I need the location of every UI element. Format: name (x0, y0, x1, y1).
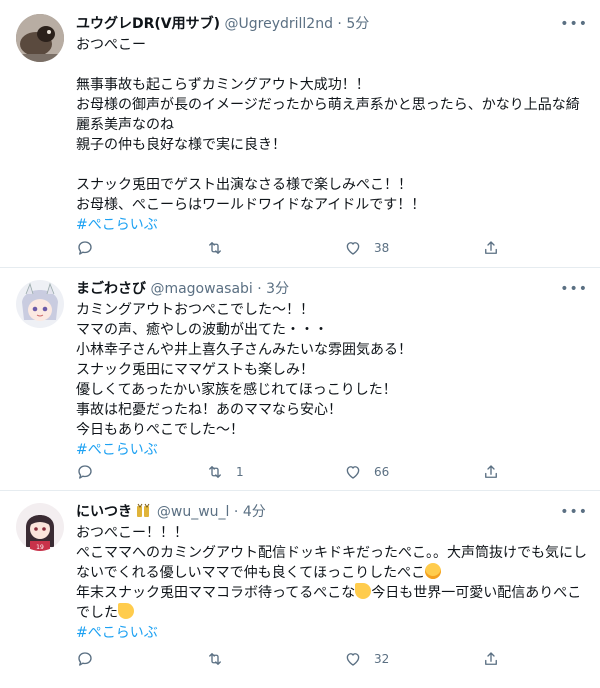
verified-badge-icon (137, 503, 150, 517)
party-emoji-icon (355, 583, 372, 599)
like-button[interactable]: 38 (344, 238, 389, 258)
like-button[interactable]: 32 (344, 649, 389, 669)
retweet-icon (209, 242, 221, 254)
share-button[interactable] (482, 462, 500, 482)
avatar[interactable] (16, 280, 64, 328)
hashtag-link[interactable]: #ぺこらいぶ (76, 215, 588, 235)
tweet-line-wrap: ぺこママへのカミングアウト配信ドッキドキだったぺこ。。大声筒抜けでも気にしないで… (76, 543, 588, 583)
tweet-line: ぺこママへのカミングアウト配信ドッキドキだったぺこ。。大声筒抜けでも気にしないで… (76, 545, 587, 581)
tweet-actions: 32 (76, 649, 506, 669)
reply-button[interactable] (76, 649, 106, 669)
share-icon (485, 465, 497, 478)
separator-dot: · (337, 16, 342, 32)
avatar-image: 19 (16, 503, 64, 551)
reply-icon (78, 241, 92, 255)
retweet-count: 1 (236, 465, 244, 479)
share-button[interactable] (482, 649, 500, 669)
tweet-line: 今日もありぺこでした〜！ (76, 422, 244, 438)
tweet-text: カミングアウトおつぺこでした〜！！ ママの声、癒やしの波動が出てた・・・ 小林幸… (76, 300, 588, 460)
display-name[interactable]: ユウグレDR(V用サブ) (76, 16, 220, 32)
like-count: 32 (374, 652, 390, 666)
tweet-line: おつぺこー！！！ (76, 525, 188, 541)
tweet[interactable]: 19 にいつき @wu_wu_l · 4分 ••• おつぺこー！！！ ぺこママへ… (0, 491, 600, 688)
tweet[interactable]: まごわさび @magowasabi · 3分 ••• カミングアウトおつぺこでし… (0, 268, 600, 491)
timestamp[interactable]: 3分 (266, 281, 289, 297)
retweet-icon (209, 653, 221, 665)
share-icon (485, 241, 497, 254)
tweet-header: にいつき @wu_wu_l · 4分 ••• (76, 502, 588, 522)
more-icon[interactable]: ••• (560, 279, 588, 299)
separator-dot: · (233, 504, 239, 520)
reply-button[interactable] (76, 238, 106, 258)
user-handle[interactable]: @Ugreydrill2nd (225, 16, 333, 32)
tweet-line: 事故は杞憂だったね！あのママなら安心！ (76, 402, 342, 418)
avatar[interactable] (16, 14, 64, 62)
more-icon[interactable]: ••• (560, 14, 588, 34)
like-count: 38 (374, 241, 390, 255)
tweet-line: 年末スナック兎田ママコラボ待ってるぺこな (76, 585, 356, 601)
tweet-line (76, 55, 588, 75)
timestamp[interactable]: 5分 (346, 16, 369, 32)
share-button[interactable] (482, 238, 500, 258)
like-icon (346, 466, 360, 479)
svg-text:19: 19 (36, 544, 44, 551)
tweet-line: カミングアウトおつぺこでした〜！！ (76, 302, 314, 318)
tweet-line: スナック兎田にママゲストも楽しみ！ (76, 362, 314, 378)
display-name[interactable]: まごわさび (76, 281, 146, 297)
user-handle[interactable]: @magowasabi (150, 281, 252, 297)
share-icon (485, 652, 497, 665)
tweet-header: まごわさび @magowasabi · 3分 ••• (76, 279, 588, 299)
avatar-image (16, 280, 64, 328)
tweet-line: 優しくてあったかい家族を感じれてほっこりした！ (76, 382, 397, 398)
tweet-line-wrap: 年末スナック兎田ママコラボ待ってるぺこな 今日も世界一可愛い配信ありぺこでした (76, 583, 588, 623)
retweet-button[interactable] (206, 649, 236, 669)
reply-icon (78, 652, 92, 666)
like-icon (346, 653, 360, 666)
tweet-line: お母様、ぺこーらはワールドワイドなアイドルです！！ (76, 197, 426, 213)
tweet-actions: 1 66 (76, 462, 506, 482)
tweet-line: 小林幸子さんや井上喜久子さんみたいな雰囲気ある！ (76, 342, 412, 358)
tweet-header: ユウグレDR(V用サブ) @Ugreydrill2nd · 5分 ••• (76, 14, 588, 34)
tweet[interactable]: ユウグレDR(V用サブ) @Ugreydrill2nd · 5分 ••• おつぺ… (0, 0, 600, 268)
hashtag-link[interactable]: #ぺこらいぶ (76, 440, 588, 460)
retweet-button[interactable] (206, 238, 236, 258)
smiling-emoji-icon (425, 563, 442, 579)
like-button[interactable]: 66 (344, 462, 389, 482)
retweet-icon (209, 466, 221, 478)
tweet-line: お母様の御声が長のイメージだったから萌え声系かと思ったら、かなり上品な綺麗系美声… (76, 97, 580, 133)
timestamp[interactable]: 4分 (243, 504, 266, 520)
tweet-line: ママの声、癒やしの波動が出てた・・・ (76, 322, 328, 338)
like-count: 66 (374, 465, 390, 479)
tweet-text: おつぺこー！！！ ぺこママへのカミングアウト配信ドッキドキだったぺこ。。大声筒抜… (76, 523, 588, 643)
display-name[interactable]: にいつき (76, 504, 132, 520)
tweet-line: 無事事故も起こらずカミングアウト大成功！！ (76, 77, 370, 93)
tweet-text: おつぺこー 無事事故も起こらずカミングアウト大成功！！ お母様の御声が長のイメー… (76, 35, 588, 235)
tweet-line: 親子の仲も良好な様で実に良き！ (76, 137, 286, 153)
party-emoji-icon (118, 603, 134, 619)
separator-dot: · (257, 281, 262, 297)
avatar-image (16, 14, 64, 62)
reply-icon (78, 465, 92, 479)
tweet-actions: 38 (76, 238, 506, 258)
like-icon (346, 242, 360, 255)
tweet-line: おつぺこー (76, 37, 146, 53)
reply-button[interactable] (76, 462, 106, 482)
tweet-line: スナック兎田でゲスト出演なさる様で楽しみぺこ！！ (76, 177, 412, 193)
tweet-line (76, 155, 588, 175)
avatar[interactable]: 19 (16, 503, 64, 551)
user-handle[interactable]: @wu_wu_l (157, 504, 230, 520)
hashtag-link[interactable]: #ぺこらいぶ (76, 623, 588, 643)
retweet-button[interactable]: 1 (206, 462, 244, 482)
more-icon[interactable]: ••• (560, 502, 588, 522)
